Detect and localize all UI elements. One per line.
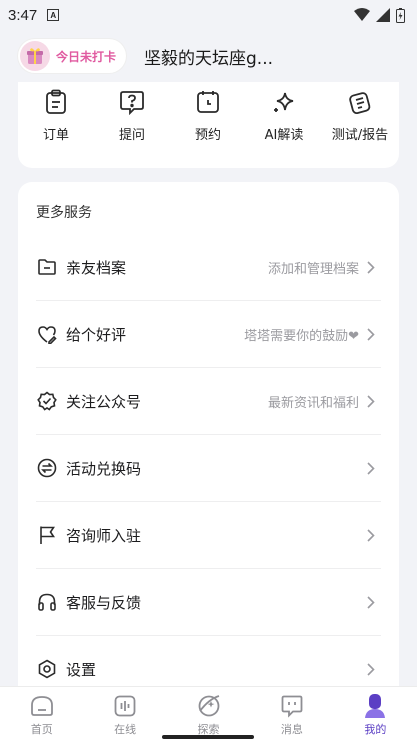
quick-action-ask[interactable]: 提问 (94, 82, 170, 143)
quick-action-booking[interactable]: 预约 (170, 82, 246, 143)
gift-icon (20, 41, 50, 71)
profile-icon (365, 694, 386, 718)
message-icon (281, 695, 303, 718)
quick-action-label: AI解读 (264, 128, 304, 143)
service-label: 活动兑换码 (66, 459, 142, 478)
service-label: 客服与反馈 (66, 593, 142, 612)
chevron-right-icon (367, 595, 375, 609)
service-label: 给个好评 (66, 325, 127, 344)
exchange-icon (37, 458, 57, 478)
bottom-tab-bar: 首页 在线 探索 消息 我的 (0, 686, 417, 741)
quick-action-ai[interactable]: AI解读 (246, 82, 322, 143)
tab-profile[interactable]: 我的 (334, 687, 417, 741)
section-title: 更多服务 (36, 205, 92, 221)
service-label: 设置 (66, 660, 97, 679)
calendar-icon (197, 91, 219, 113)
tab-label: 在线 (114, 723, 137, 736)
explore-icon (198, 695, 219, 717)
service-label: 咨询师入驻 (66, 526, 142, 545)
signal-icon (376, 8, 390, 22)
status-bar: 3:47 A (0, 0, 417, 30)
tab-explore[interactable]: 探索 (167, 687, 250, 741)
service-label: 关注公众号 (66, 392, 142, 411)
clipboard-icon (46, 89, 66, 114)
battery-icon (396, 7, 405, 23)
service-hint: 添加和管理档案 (267, 261, 359, 277)
flag-icon (40, 526, 55, 544)
service-row-follow-account[interactable]: 关注公众号 最新资讯和福利 (18, 368, 399, 434)
service-row-family-records[interactable]: 亲友档案 添加和管理档案 (18, 234, 399, 300)
heart-edit-icon (38, 325, 57, 344)
question-bubble-icon (120, 91, 144, 115)
quick-action-test-report[interactable]: 测试/报告 (322, 82, 398, 143)
tab-home[interactable]: 首页 (0, 687, 83, 741)
home-indicator (162, 735, 254, 739)
settings-icon (38, 659, 56, 679)
tab-label: 消息 (280, 723, 303, 736)
tab-messages[interactable]: 消息 (250, 687, 333, 741)
chevron-right-icon (367, 260, 375, 274)
status-time: 3:47 (8, 6, 38, 24)
service-hint: 塔塔需要你的鼓励❤ (244, 328, 359, 344)
quick-actions-card: 订单 提问 预约 AI解读 测试/报告 (18, 82, 399, 168)
profile-header: 今日未打卡 坚毅的天坛座g... (0, 30, 417, 82)
checkin-label: 今日未打卡 (56, 49, 117, 64)
service-row-redeem-code[interactable]: 活动兑换码 (18, 435, 399, 501)
badge-check-icon (37, 391, 57, 411)
folder-icon (38, 259, 56, 275)
tab-label: 首页 (30, 723, 53, 736)
home-icon (30, 696, 53, 716)
chevron-right-icon (367, 327, 375, 341)
service-hint: 最新资讯和福利 (267, 395, 359, 411)
service-row-support-feedback[interactable]: 客服与反馈 (18, 569, 399, 635)
live-icon (114, 695, 136, 717)
chevron-right-icon (367, 394, 375, 408)
tab-label: 我的 (364, 723, 387, 736)
chevron-right-icon (367, 528, 375, 542)
chevron-right-icon (367, 662, 375, 676)
quick-action-label: 提问 (118, 128, 145, 143)
service-row-counselor-join[interactable]: 咨询师入驻 (18, 502, 399, 568)
service-row-rating[interactable]: 给个好评 塔塔需要你的鼓励❤ (18, 301, 399, 367)
status-indicators (354, 7, 405, 23)
quick-action-orders[interactable]: 订单 (18, 82, 94, 143)
username[interactable]: 坚毅的天坛座g... (144, 44, 273, 69)
quick-action-label: 测试/报告 (331, 128, 389, 143)
more-services-card: 更多服务 亲友档案 添加和管理档案 给个好评 塔塔需要你的鼓励❤ 关注公众号 最… (18, 182, 399, 702)
quick-action-label: 预约 (194, 128, 221, 143)
wifi-icon (354, 8, 370, 21)
service-label: 亲友档案 (66, 258, 127, 277)
chevron-right-icon (367, 461, 375, 475)
headset-icon (38, 593, 56, 611)
tab-online[interactable]: 在线 (83, 687, 166, 741)
quick-action-label: 订单 (42, 128, 69, 143)
checkin-button[interactable]: 今日未打卡 (18, 39, 127, 73)
notification-icon: A (47, 9, 60, 21)
test-report-icon (349, 92, 371, 114)
sparkle-icon (274, 92, 294, 112)
